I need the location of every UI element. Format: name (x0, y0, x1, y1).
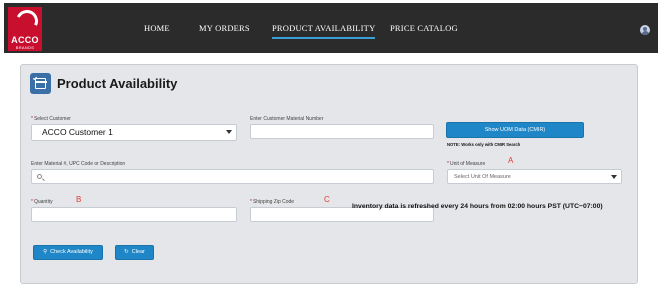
quantity-input[interactable] (31, 207, 237, 222)
chevron-down-icon (226, 130, 232, 134)
marker-c: C (324, 195, 330, 204)
marker-b: B (76, 195, 82, 204)
refresh-icon: ↻ (124, 249, 129, 255)
top-navigation-bar: ACCO BRANDS HOME MY ORDERS PRODUCT AVAIL… (4, 3, 658, 53)
user-avatar-icon[interactable] (640, 25, 650, 35)
unit-of-measure-placeholder: Select Unit Of Measure (454, 174, 511, 180)
clear-button[interactable]: ↻ Clear (115, 245, 154, 260)
customer-material-label: Enter Customer Material Number (250, 116, 324, 122)
nav-price-catalog[interactable]: PRICE CATALOG (390, 23, 458, 33)
select-customer-label: *Select Customer (31, 116, 71, 122)
search-icon: ⚲ (43, 249, 48, 255)
unit-of-measure-label: *Unit of Measure (447, 161, 486, 167)
nav-product-availability[interactable]: PRODUCT AVAILABILITY (272, 23, 376, 39)
nav-home[interactable]: HOME (144, 23, 170, 33)
inventory-refresh-note: Inventory data is refreshed every 24 hou… (352, 203, 603, 210)
main-nav: HOME MY ORDERS PRODUCT AVAILABILITY PRIC… (4, 3, 658, 53)
checkbox-box-icon (30, 73, 51, 94)
product-availability-panel: Product Availability *Select Customer AC… (20, 64, 638, 284)
marker-a: A (508, 156, 514, 165)
page-title: Product Availability (57, 76, 178, 91)
nav-my-orders[interactable]: MY ORDERS (199, 23, 250, 33)
chevron-down-icon (611, 175, 617, 179)
customer-material-input[interactable] (250, 124, 434, 139)
search-icon (37, 174, 42, 179)
check-availability-button[interactable]: ⚲ Check Availability (33, 245, 103, 260)
show-uom-data-button[interactable]: Show UOM Data (CMIR) (446, 122, 584, 138)
shipping-zip-label: *Shipping Zip Code (250, 199, 295, 205)
customer-select-value: ACCO Customer 1 (42, 127, 113, 137)
material-search-label: Enter Material #, UPC Code or Descriptio… (31, 161, 126, 167)
quantity-label: *Quantity (31, 199, 53, 205)
unit-of-measure-select[interactable]: Select Unit Of Measure (447, 169, 622, 184)
material-search-input[interactable] (31, 169, 434, 184)
uom-note: NOTE: Works only with CMIR Search (447, 142, 521, 147)
customer-select[interactable]: ACCO Customer 1 (31, 124, 237, 141)
